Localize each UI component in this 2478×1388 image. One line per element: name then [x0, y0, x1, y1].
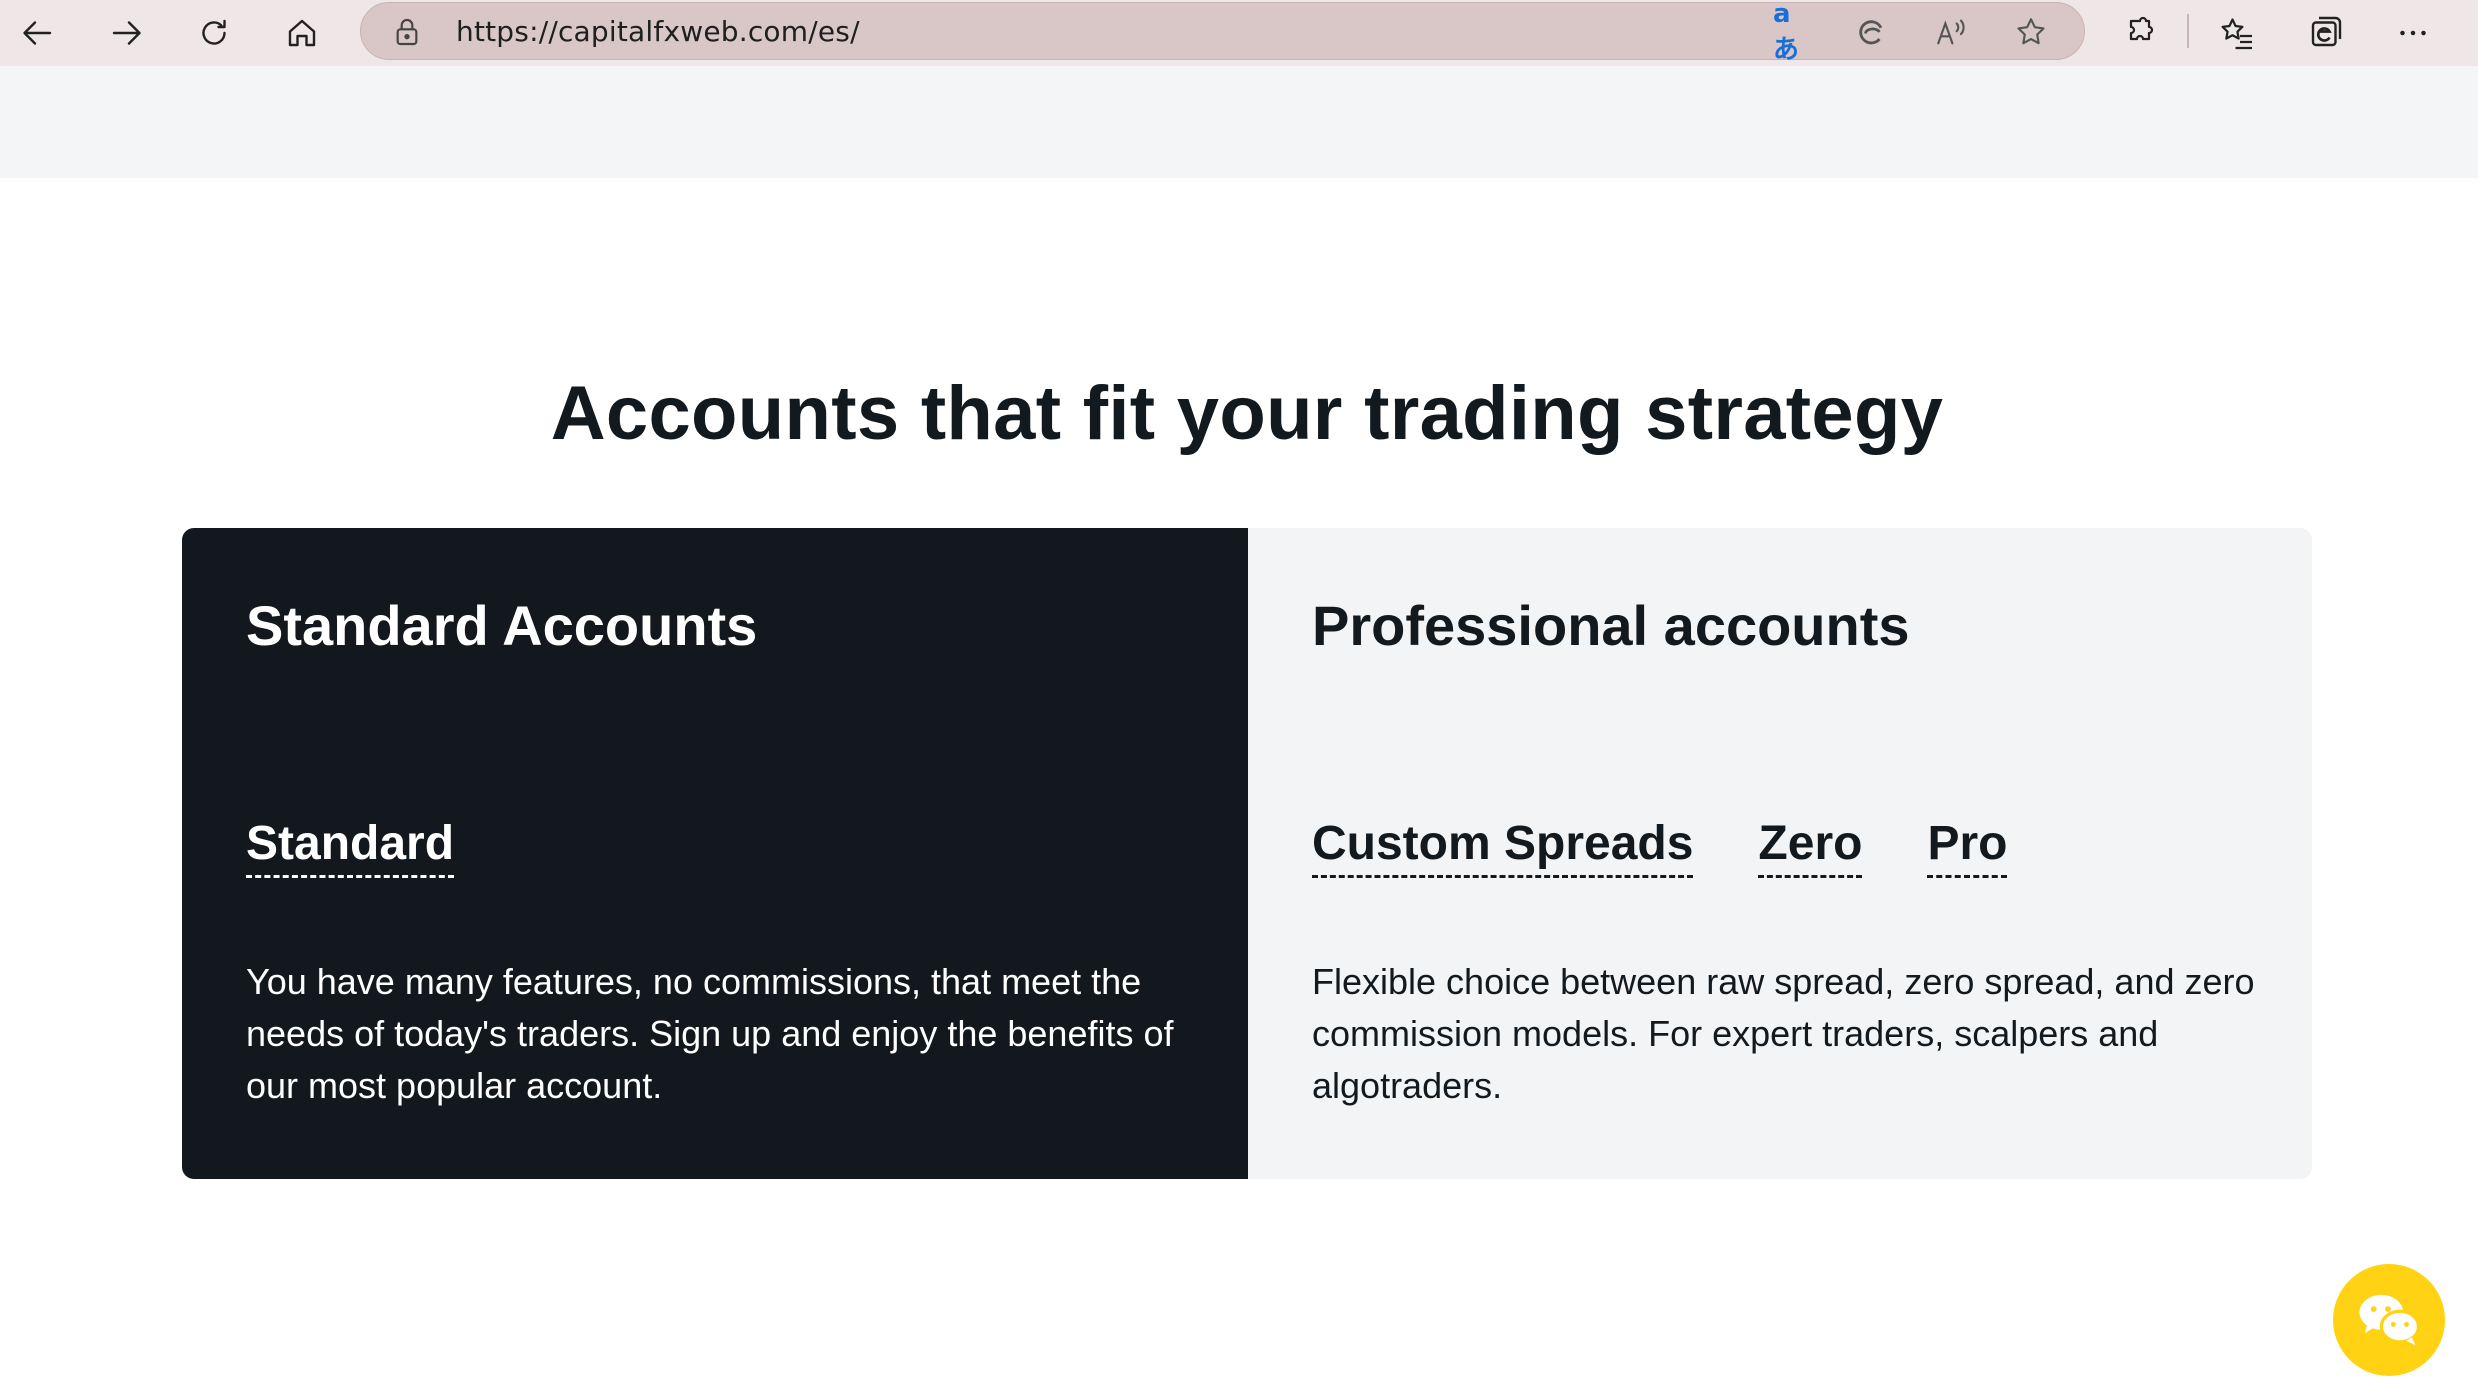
standard-card-description: You have many features, no commissions, … [246, 961, 1174, 1106]
standard-account-tabs: Standard [246, 817, 455, 878]
tab-standard[interactable]: Standard [246, 817, 455, 878]
read-aloud-icon [1937, 19, 1965, 45]
arrow-right-icon [112, 21, 141, 45]
standard-card-title: Standard Accounts [246, 594, 758, 657]
browser-toolbar: https://capitalfxweb.com/es/ aあ [0, 0, 2478, 66]
tab-custom-spreads[interactable]: Custom Spreads [1312, 817, 1694, 878]
edge-swirl-icon [1859, 20, 1883, 45]
translate-icon: aあ [1773, 0, 1800, 65]
professional-account-tabs: Custom Spreads Zero Pro [1312, 817, 2008, 878]
home-icon [288, 19, 316, 47]
more-dots-icon [2400, 30, 2426, 36]
read-aloud-button[interactable] [1933, 14, 1969, 50]
tab-pro[interactable]: Pro [1927, 817, 2008, 878]
address-bar[interactable]: https://capitalfxweb.com/es/ aあ [360, 0, 2085, 65]
professional-card-title: Professional accounts [1312, 594, 1910, 657]
standard-accounts-card: Standard Accounts Standard You have many… [182, 528, 1248, 1179]
forward-button[interactable] [102, 9, 150, 57]
tab-zero[interactable]: Zero [1758, 817, 1863, 878]
extensions-button[interactable] [2116, 9, 2164, 57]
collections-button[interactable] [2301, 9, 2349, 57]
arrow-left-icon [23, 21, 52, 45]
wechat-icon [2359, 1294, 2421, 1346]
professional-accounts-card: Professional accounts Custom Spreads Zer… [1248, 528, 2312, 1179]
refresh-button[interactable] [190, 9, 238, 57]
favorite-star-button[interactable] [2013, 14, 2049, 50]
puzzle-icon [2129, 16, 2154, 41]
professional-card-description: Flexible choice between raw spread, zero… [1312, 961, 2255, 1106]
chat-widget-button[interactable] [2333, 1264, 2445, 1376]
more-menu-button[interactable] [2389, 9, 2437, 57]
url-text: https://capitalfxweb.com/es/ [456, 15, 860, 48]
lock-icon [396, 19, 418, 46]
toolbar-divider [2187, 14, 2189, 48]
home-button[interactable] [278, 9, 326, 57]
top-page-band [0, 66, 2478, 178]
page-title: Accounts that fit your trading strategy [550, 371, 1944, 456]
translate-button[interactable]: aあ [1773, 0, 1809, 65]
favorites-button[interactable] [2213, 9, 2261, 57]
favorites-list-icon [2221, 18, 2252, 50]
back-button[interactable] [14, 9, 62, 57]
star-icon [2017, 18, 2045, 45]
refresh-icon [202, 19, 226, 45]
edge-extension-button[interactable] [1853, 14, 1889, 50]
collections-icon [2311, 16, 2342, 47]
